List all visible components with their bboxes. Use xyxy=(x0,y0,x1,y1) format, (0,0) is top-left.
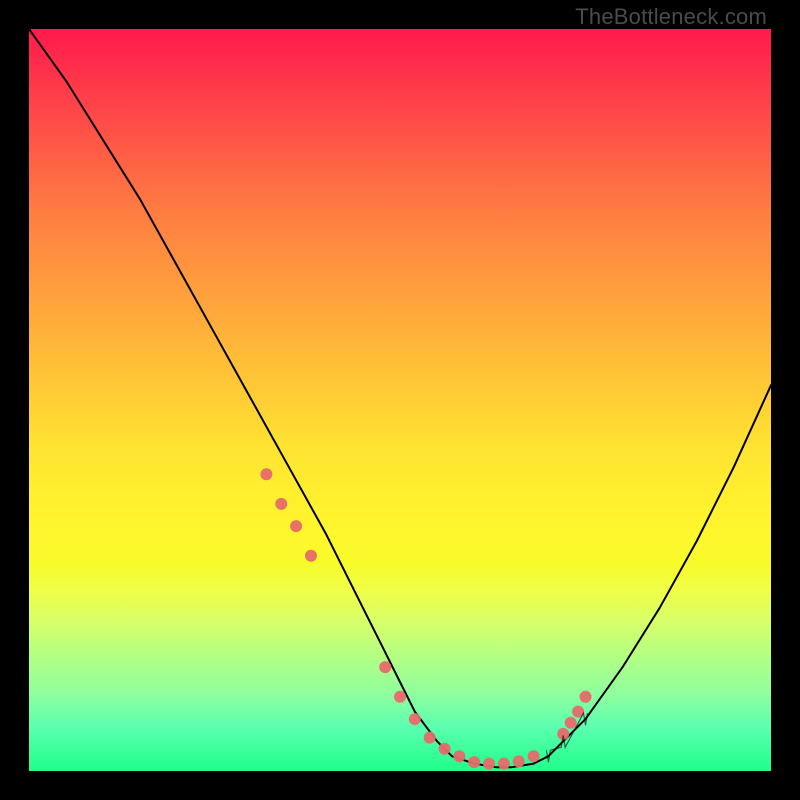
marker-point xyxy=(290,520,302,532)
markers-group xyxy=(260,468,591,769)
marker-point xyxy=(275,498,287,510)
marker-point xyxy=(305,550,317,562)
marker-point xyxy=(394,691,406,703)
marker-point xyxy=(379,661,391,673)
marker-point xyxy=(453,750,465,762)
marker-point xyxy=(409,713,421,725)
marker-point xyxy=(528,750,540,762)
marker-point xyxy=(260,468,272,480)
marker-point xyxy=(483,758,495,770)
bottleneck-curve xyxy=(29,29,771,767)
marker-point xyxy=(565,717,577,729)
marker-point xyxy=(439,743,451,755)
marker-point xyxy=(513,755,525,767)
curve-svg xyxy=(29,29,771,771)
plot-area xyxy=(29,29,771,771)
marker-point xyxy=(580,691,592,703)
marker-point xyxy=(468,756,480,768)
watermark-text: TheBottleneck.com xyxy=(575,4,767,30)
marker-point xyxy=(498,758,510,770)
chart-frame: TheBottleneck.com xyxy=(0,0,800,800)
marker-point xyxy=(424,732,436,744)
